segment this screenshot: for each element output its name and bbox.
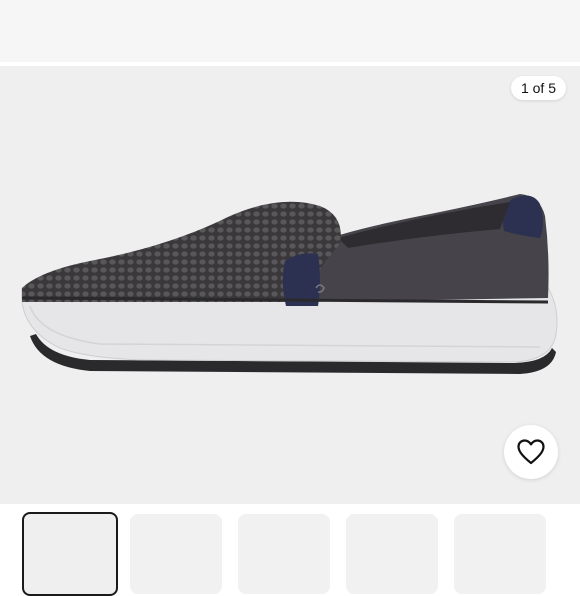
thumbnail-2[interactable]: [130, 514, 222, 594]
thumbnail-5[interactable]: [454, 514, 546, 594]
product-image: [21, 194, 558, 374]
thumbnail-1[interactable]: [22, 512, 118, 596]
image-counter: 1 of 5: [510, 76, 566, 100]
image-gallery[interactable]: 1 of 5: [0, 66, 580, 504]
like-button[interactable]: [504, 425, 558, 479]
top-bar: [0, 0, 580, 62]
thumbnail-4[interactable]: [346, 514, 438, 594]
heart-icon: [517, 439, 545, 465]
thumbnail-3[interactable]: [238, 514, 330, 594]
thumbnail-strip: [0, 512, 580, 596]
